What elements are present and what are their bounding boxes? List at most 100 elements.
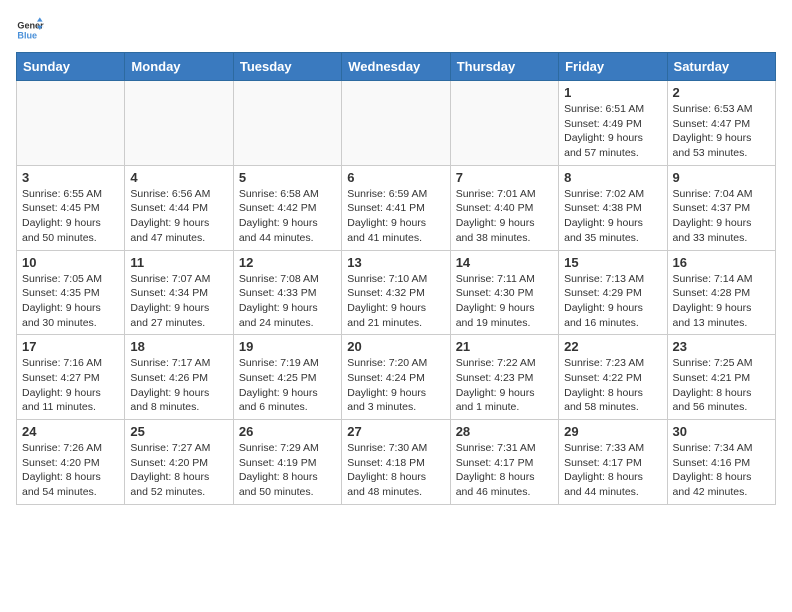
weekday-header-monday: Monday xyxy=(125,53,233,81)
day-number: 17 xyxy=(22,339,119,354)
calendar-cell: 30Sunrise: 7:34 AM Sunset: 4:16 PM Dayli… xyxy=(667,420,775,505)
day-number: 7 xyxy=(456,170,553,185)
day-number: 27 xyxy=(347,424,444,439)
calendar-cell: 21 Sunrise: 7:22 AM Sunset: 4:23 PM Dayli… xyxy=(450,335,558,420)
day-number: 4 xyxy=(130,170,227,185)
day-info: Sunrise: 7:29 AM Sunset: 4:19 PM Dayligh… xyxy=(239,441,336,500)
calendar-cell xyxy=(17,81,125,166)
weekday-header-sunday: Sunday xyxy=(17,53,125,81)
weekday-header-tuesday: Tuesday xyxy=(233,53,341,81)
day-number: 18 xyxy=(130,339,227,354)
calendar-cell: 23Sunrise: 7:25 AM Sunset: 4:21 PM Dayli… xyxy=(667,335,775,420)
calendar-week-3: 10Sunrise: 7:05 AM Sunset: 4:35 PM Dayli… xyxy=(17,250,776,335)
day-info: Sunrise: 7:14 AM Sunset: 4:28 PM Dayligh… xyxy=(673,272,770,331)
day-info: Sunrise: 7:23 AM Sunset: 4:22 PM Dayligh… xyxy=(564,356,661,415)
calendar-cell xyxy=(233,81,341,166)
day-number: 3 xyxy=(22,170,119,185)
calendar-cell: 14 Sunrise: 7:11 AM Sunset: 4:30 PM Dayli… xyxy=(450,250,558,335)
day-info: Sunrise: 7:19 AM Sunset: 4:25 PM Dayligh… xyxy=(239,356,336,415)
calendar-cell: 29 Sunrise: 7:33 AM Sunset: 4:17 PM Dayli… xyxy=(559,420,667,505)
calendar-cell: 13Sunrise: 7:10 AM Sunset: 4:32 PM Dayli… xyxy=(342,250,450,335)
calendar-table: SundayMondayTuesdayWednesdayThursdayFrid… xyxy=(16,52,776,505)
calendar-cell: 15 Sunrise: 7:13 AM Sunset: 4:29 PM Dayli… xyxy=(559,250,667,335)
day-info: Sunrise: 7:20 AM Sunset: 4:24 PM Dayligh… xyxy=(347,356,444,415)
day-info: Sunrise: 7:17 AM Sunset: 4:26 PM Dayligh… xyxy=(130,356,227,415)
day-number: 9 xyxy=(673,170,770,185)
day-number: 6 xyxy=(347,170,444,185)
calendar-cell: 7 Sunrise: 7:01 AM Sunset: 4:40 PM Daylig… xyxy=(450,165,558,250)
calendar-cell: 25 Sunrise: 7:27 AM Sunset: 4:20 PM Dayli… xyxy=(125,420,233,505)
day-info: Sunrise: 6:58 AM Sunset: 4:42 PM Dayligh… xyxy=(239,187,336,246)
day-info: Sunrise: 7:31 AM Sunset: 4:17 PM Dayligh… xyxy=(456,441,553,500)
calendar-cell: 17 Sunrise: 7:16 AM Sunset: 4:27 PM Dayli… xyxy=(17,335,125,420)
calendar-cell: 22Sunrise: 7:23 AM Sunset: 4:22 PM Dayli… xyxy=(559,335,667,420)
day-info: Sunrise: 7:34 AM Sunset: 4:16 PM Dayligh… xyxy=(673,441,770,500)
logo-icon: General Blue xyxy=(16,16,44,44)
page-header: General Blue xyxy=(16,16,776,44)
day-info: Sunrise: 7:05 AM Sunset: 4:35 PM Dayligh… xyxy=(22,272,119,331)
day-info: Sunrise: 7:13 AM Sunset: 4:29 PM Dayligh… xyxy=(564,272,661,331)
calendar-cell: 26Sunrise: 7:29 AM Sunset: 4:19 PM Dayli… xyxy=(233,420,341,505)
day-info: Sunrise: 6:56 AM Sunset: 4:44 PM Dayligh… xyxy=(130,187,227,246)
day-info: Sunrise: 7:07 AM Sunset: 4:34 PM Dayligh… xyxy=(130,272,227,331)
calendar-cell: 27Sunrise: 7:30 AM Sunset: 4:18 PM Dayli… xyxy=(342,420,450,505)
calendar-cell: 28 Sunrise: 7:31 AM Sunset: 4:17 PM Dayli… xyxy=(450,420,558,505)
calendar-cell: 6 Sunrise: 6:59 AM Sunset: 4:41 PM Daylig… xyxy=(342,165,450,250)
calendar-week-1: 1 Sunrise: 6:51 AM Sunset: 4:49 PM Daylig… xyxy=(17,81,776,166)
day-number: 8 xyxy=(564,170,661,185)
calendar-cell: 18 Sunrise: 7:17 AM Sunset: 4:26 PM Dayli… xyxy=(125,335,233,420)
day-number: 16 xyxy=(673,255,770,270)
calendar-cell: 5 Sunrise: 6:58 AM Sunset: 4:42 PM Daylig… xyxy=(233,165,341,250)
day-number: 12 xyxy=(239,255,336,270)
header-row: SundayMondayTuesdayWednesdayThursdayFrid… xyxy=(17,53,776,81)
calendar-cell xyxy=(125,81,233,166)
day-info: Sunrise: 7:02 AM Sunset: 4:38 PM Dayligh… xyxy=(564,187,661,246)
day-number: 28 xyxy=(456,424,553,439)
day-info: Sunrise: 7:16 AM Sunset: 4:27 PM Dayligh… xyxy=(22,356,119,415)
day-number: 23 xyxy=(673,339,770,354)
day-info: Sunrise: 7:26 AM Sunset: 4:20 PM Dayligh… xyxy=(22,441,119,500)
calendar-cell: 2Sunrise: 6:53 AM Sunset: 4:47 PM Daylig… xyxy=(667,81,775,166)
day-number: 14 xyxy=(456,255,553,270)
day-number: 24 xyxy=(22,424,119,439)
day-info: Sunrise: 6:59 AM Sunset: 4:41 PM Dayligh… xyxy=(347,187,444,246)
calendar-cell: 10Sunrise: 7:05 AM Sunset: 4:35 PM Dayli… xyxy=(17,250,125,335)
weekday-header-saturday: Saturday xyxy=(667,53,775,81)
day-info: Sunrise: 7:11 AM Sunset: 4:30 PM Dayligh… xyxy=(456,272,553,331)
weekday-header-thursday: Thursday xyxy=(450,53,558,81)
calendar-cell: 24 Sunrise: 7:26 AM Sunset: 4:20 PM Dayli… xyxy=(17,420,125,505)
calendar-week-5: 24 Sunrise: 7:26 AM Sunset: 4:20 PM Dayli… xyxy=(17,420,776,505)
day-number: 29 xyxy=(564,424,661,439)
day-info: Sunrise: 6:53 AM Sunset: 4:47 PM Dayligh… xyxy=(673,102,770,161)
day-number: 5 xyxy=(239,170,336,185)
calendar-cell: 16 Sunrise: 7:14 AM Sunset: 4:28 PM Dayli… xyxy=(667,250,775,335)
calendar-cell: 11Sunrise: 7:07 AM Sunset: 4:34 PM Dayli… xyxy=(125,250,233,335)
calendar-cell: 19 Sunrise: 7:19 AM Sunset: 4:25 PM Dayli… xyxy=(233,335,341,420)
day-number: 25 xyxy=(130,424,227,439)
calendar-cell: 8 Sunrise: 7:02 AM Sunset: 4:38 PM Daylig… xyxy=(559,165,667,250)
weekday-header-friday: Friday xyxy=(559,53,667,81)
day-number: 21 xyxy=(456,339,553,354)
day-number: 1 xyxy=(564,85,661,100)
calendar-cell: 9Sunrise: 7:04 AM Sunset: 4:37 PM Daylig… xyxy=(667,165,775,250)
svg-text:Blue: Blue xyxy=(17,30,37,40)
day-info: Sunrise: 7:01 AM Sunset: 4:40 PM Dayligh… xyxy=(456,187,553,246)
weekday-header-wednesday: Wednesday xyxy=(342,53,450,81)
day-number: 20 xyxy=(347,339,444,354)
day-info: Sunrise: 7:27 AM Sunset: 4:20 PM Dayligh… xyxy=(130,441,227,500)
calendar-cell xyxy=(450,81,558,166)
day-info: Sunrise: 6:51 AM Sunset: 4:49 PM Dayligh… xyxy=(564,102,661,161)
day-info: Sunrise: 7:33 AM Sunset: 4:17 PM Dayligh… xyxy=(564,441,661,500)
calendar-cell: 4 Sunrise: 6:56 AM Sunset: 4:44 PM Daylig… xyxy=(125,165,233,250)
day-number: 15 xyxy=(564,255,661,270)
calendar-cell xyxy=(342,81,450,166)
day-number: 19 xyxy=(239,339,336,354)
day-info: Sunrise: 6:55 AM Sunset: 4:45 PM Dayligh… xyxy=(22,187,119,246)
calendar-cell: 20 Sunrise: 7:20 AM Sunset: 4:24 PM Dayli… xyxy=(342,335,450,420)
calendar-cell: 12 Sunrise: 7:08 AM Sunset: 4:33 PM Dayli… xyxy=(233,250,341,335)
day-number: 13 xyxy=(347,255,444,270)
calendar-cell: 1 Sunrise: 6:51 AM Sunset: 4:49 PM Daylig… xyxy=(559,81,667,166)
day-info: Sunrise: 7:08 AM Sunset: 4:33 PM Dayligh… xyxy=(239,272,336,331)
calendar-week-2: 3 Sunrise: 6:55 AM Sunset: 4:45 PM Daylig… xyxy=(17,165,776,250)
day-info: Sunrise: 7:22 AM Sunset: 4:23 PM Dayligh… xyxy=(456,356,553,415)
